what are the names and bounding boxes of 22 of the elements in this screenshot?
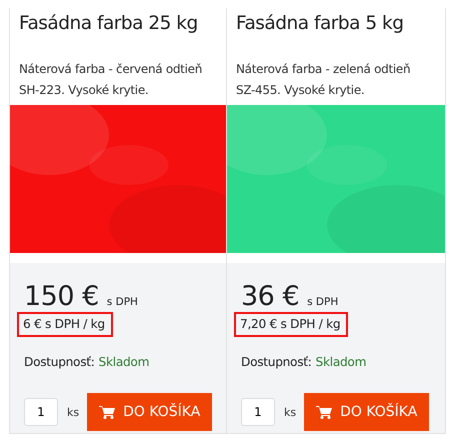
unit-price: 7,20 € s DPH / kg (234, 312, 348, 337)
add-to-cart-button[interactable]: DO KOŠÍKA (87, 393, 212, 431)
product-title[interactable]: Fasádna farba 5 kg (227, 8, 445, 51)
price: 36 € (241, 281, 300, 312)
add-to-cart-button[interactable]: DO KOŠÍKA (304, 393, 430, 431)
quantity-field[interactable]: 1 (24, 398, 58, 426)
price-note: s DPH (307, 296, 338, 308)
availability-label: Dostupnosť: (24, 355, 95, 369)
unit-label: ks (67, 406, 80, 418)
product-title[interactable]: Fasádna farba 25 kg (10, 8, 226, 51)
cart-icon (316, 405, 332, 419)
availability-status: Skladom (316, 355, 366, 369)
unit-label: ks (284, 406, 296, 418)
quantity-field[interactable]: 1 (241, 398, 275, 426)
product-description: Náterová farba - červená odtieň SH-223. Vysoké krytie. (18, 61, 203, 99)
price: 150 € (24, 281, 99, 312)
product-description: Náterová farba - zelená odtieň SZ-455. Vysoké krytie. (235, 61, 412, 99)
availability-status: Skladom (98, 355, 150, 369)
cart-icon (99, 405, 116, 419)
price-note: s DPH (106, 296, 138, 308)
availability-label: Dostupnosť: (241, 355, 312, 369)
unit-price: 6 € s DPH / kg (17, 312, 113, 337)
